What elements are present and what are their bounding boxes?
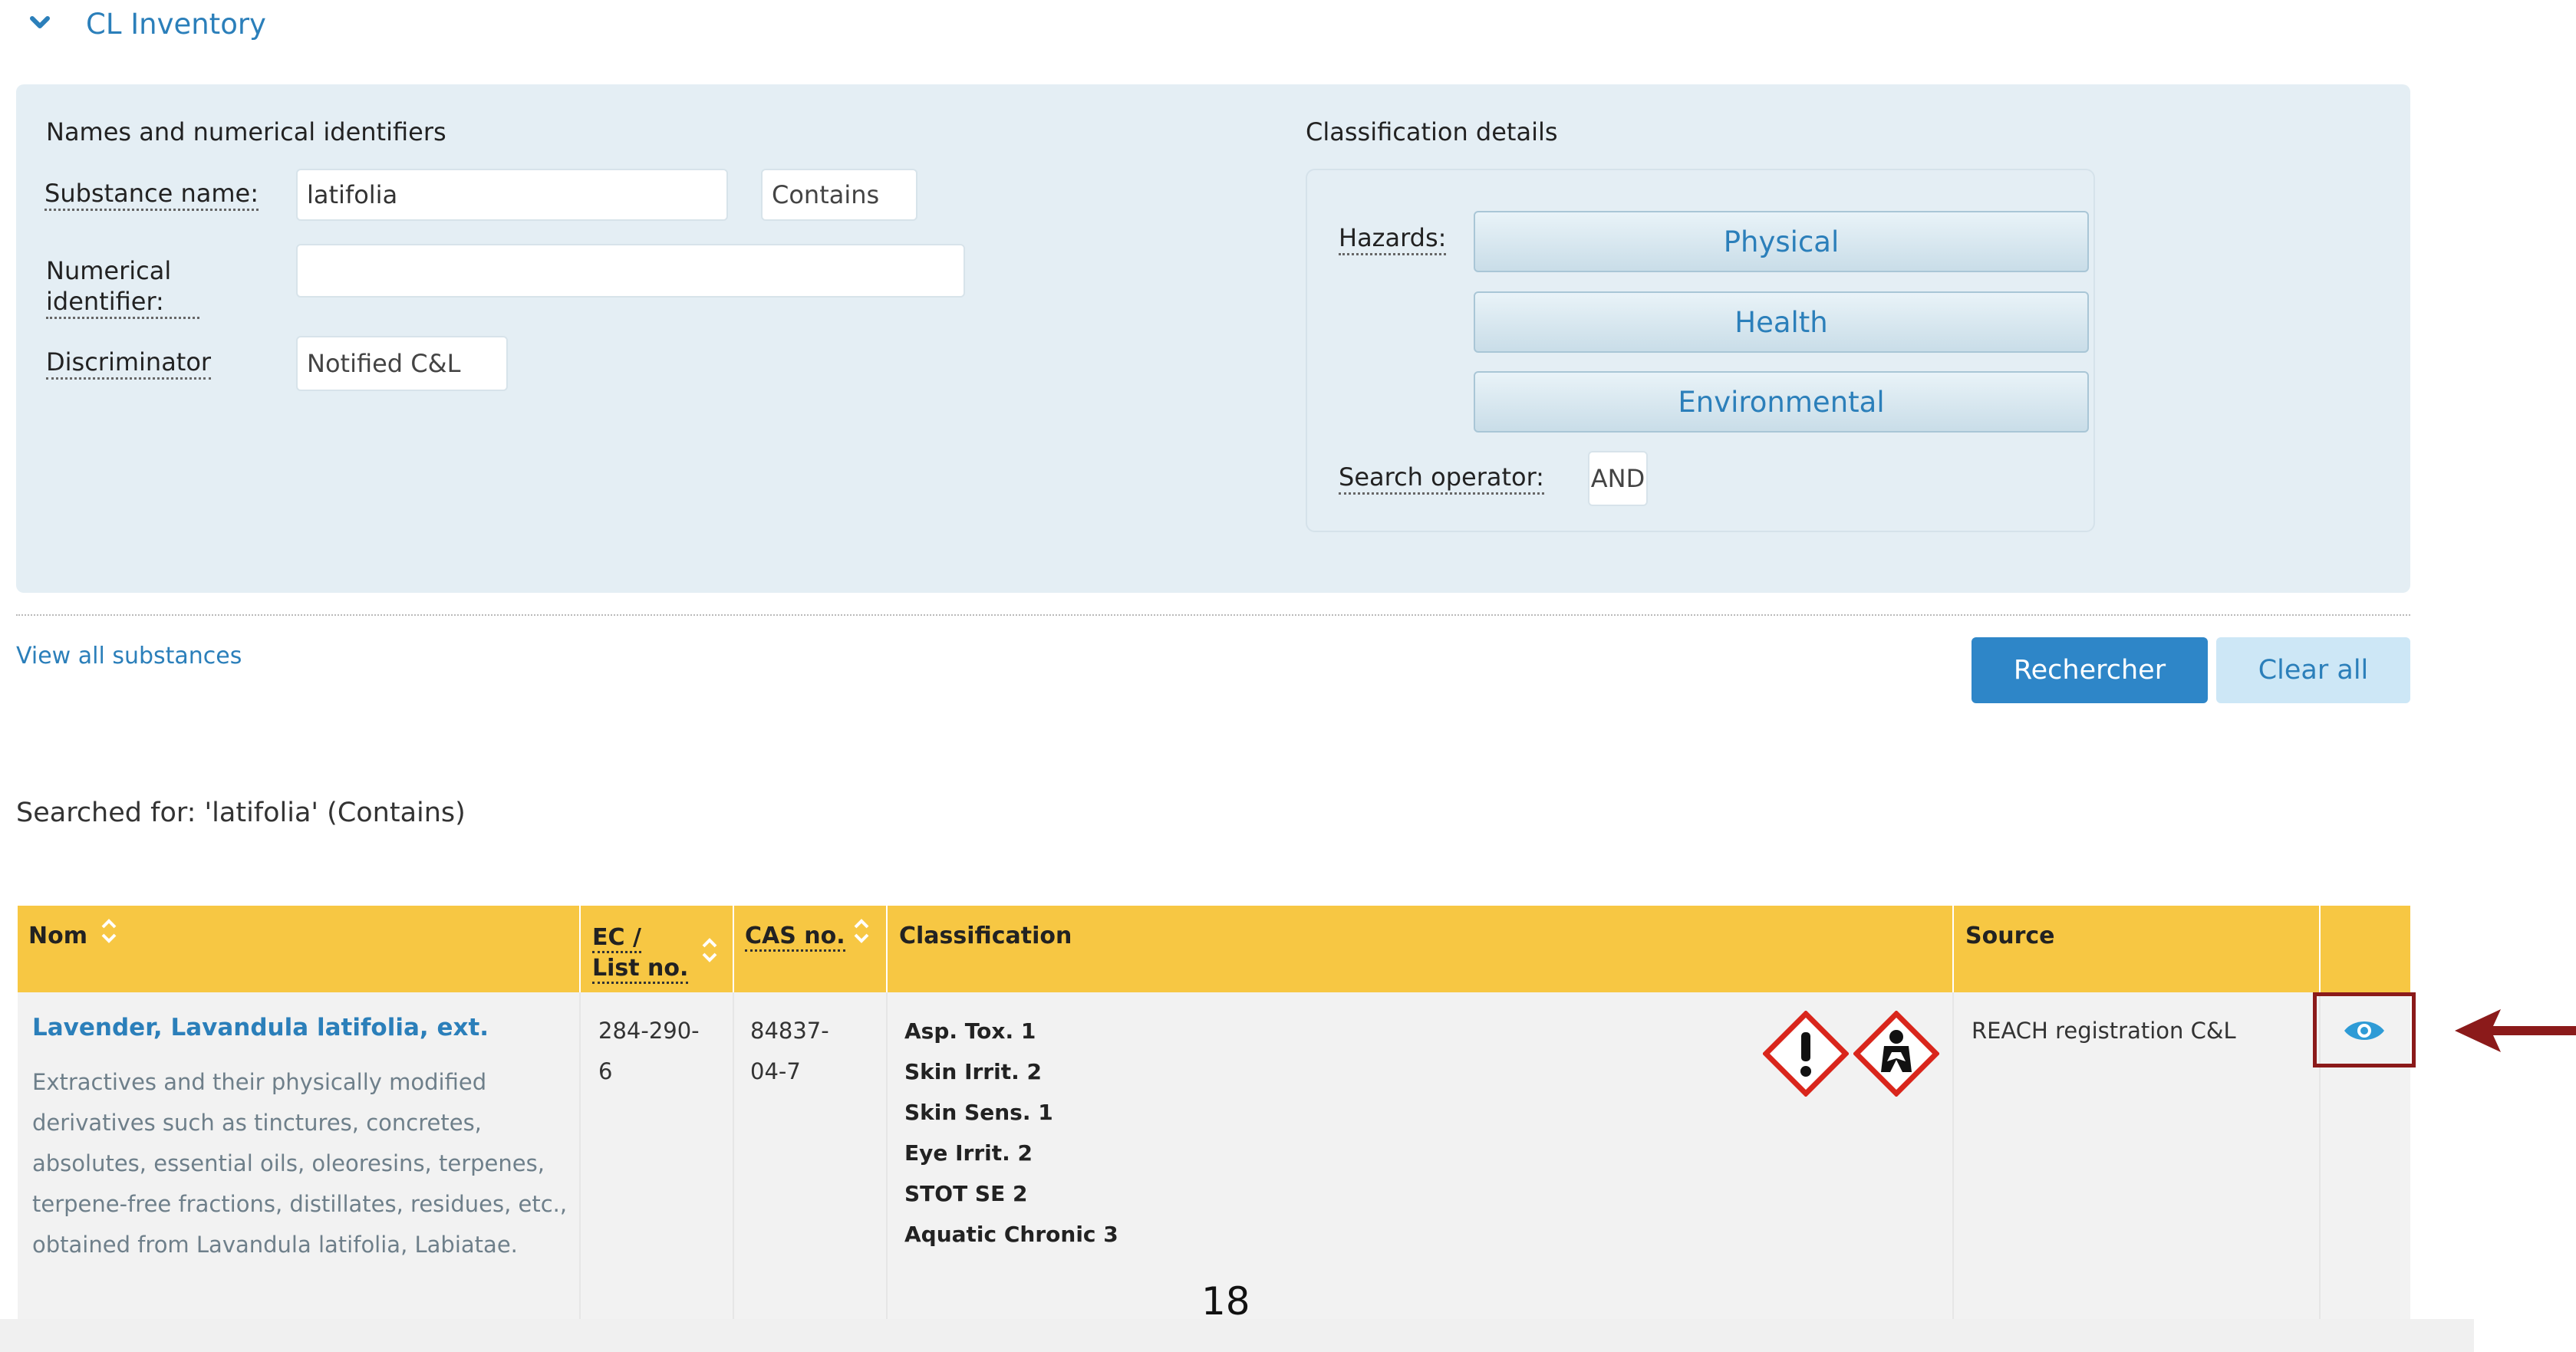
section-title[interactable]: CL Inventory (86, 8, 266, 41)
health-hazard-pictogram-icon (1853, 1011, 1939, 1097)
column-header-classification: Classification (899, 923, 1072, 949)
searched-for-text: Searched for: 'latifolia' (Contains) (16, 798, 466, 828)
physical-hazard-button[interactable]: Physical (1474, 211, 2089, 272)
column-header-source: Source (1965, 923, 2055, 949)
divider (16, 614, 2410, 616)
hazards-label: Hazards: (1339, 222, 1447, 255)
match-mode-select[interactable]: Contains (761, 169, 917, 221)
sort-icon[interactable] (700, 936, 720, 965)
discriminator-label: Discriminator (46, 347, 212, 380)
classification-item: Skin Irrit. 2 (904, 1059, 1042, 1084)
column-divider (579, 992, 581, 1326)
column-divider (886, 992, 888, 1326)
search-operator-label: Search operator: (1339, 462, 1544, 495)
environmental-hazard-button[interactable]: Environmental (1474, 371, 2089, 433)
exclamation-mark-pictogram-icon (1763, 1011, 1849, 1097)
search-operator-select[interactable]: AND (1588, 451, 1648, 506)
clear-all-button[interactable]: Clear all (2216, 637, 2410, 703)
classification-item: STOT SE 2 (904, 1181, 1028, 1206)
substance-name-label: Substance name: (44, 178, 259, 211)
names-section-title: Names and numerical identifiers (46, 117, 446, 146)
sort-icon[interactable] (99, 916, 119, 946)
column-divider (733, 992, 734, 1326)
ec-number: 284-290- 6 (598, 1018, 700, 1084)
classification-section-title: Classification details (1306, 117, 1558, 146)
column-header-ec[interactable]: EC / List no. (592, 923, 689, 984)
classification-item: Asp. Tox. 1 (904, 1018, 1036, 1044)
page-number: 18 (1201, 1279, 1250, 1324)
view-all-substances-link[interactable]: View all substances (16, 643, 242, 669)
substance-name-input[interactable] (296, 169, 728, 221)
column-divider (1952, 992, 1954, 1326)
discriminator-select[interactable]: Notified C&L (296, 336, 508, 391)
classification-list: Asp. Tox. 1 Skin Irrit. 2 Skin Sens. 1 E… (904, 1011, 1118, 1255)
eye-icon[interactable] (2343, 1017, 2386, 1044)
cas-number: 84837- 04-7 (750, 1018, 829, 1084)
search-button[interactable]: Rechercher (1972, 637, 2208, 703)
footer-bar (0, 1319, 2474, 1352)
health-hazard-button[interactable]: Health (1474, 291, 2089, 353)
column-header-name[interactable]: Nom (28, 923, 87, 949)
classification-item: Eye Irrit. 2 (904, 1140, 1033, 1166)
sort-icon[interactable] (852, 916, 871, 946)
source-value: REACH registration C&L (1972, 1018, 2236, 1044)
substance-description: Extractives and their physically modifie… (32, 1069, 568, 1258)
substance-name-link[interactable]: Lavender, Lavandula latifolia, ext. (32, 1014, 489, 1041)
arrow-left-icon (2455, 1009, 2576, 1052)
numerical-identifier-label: Numerical identifier: (46, 255, 199, 319)
classification-item: Aquatic Chronic 3 (904, 1222, 1118, 1247)
numerical-identifier-input[interactable] (296, 244, 965, 298)
column-header-cas[interactable]: CAS no. (745, 923, 845, 952)
chevron-down-icon[interactable] (26, 9, 54, 37)
classification-item: Skin Sens. 1 (904, 1100, 1053, 1125)
